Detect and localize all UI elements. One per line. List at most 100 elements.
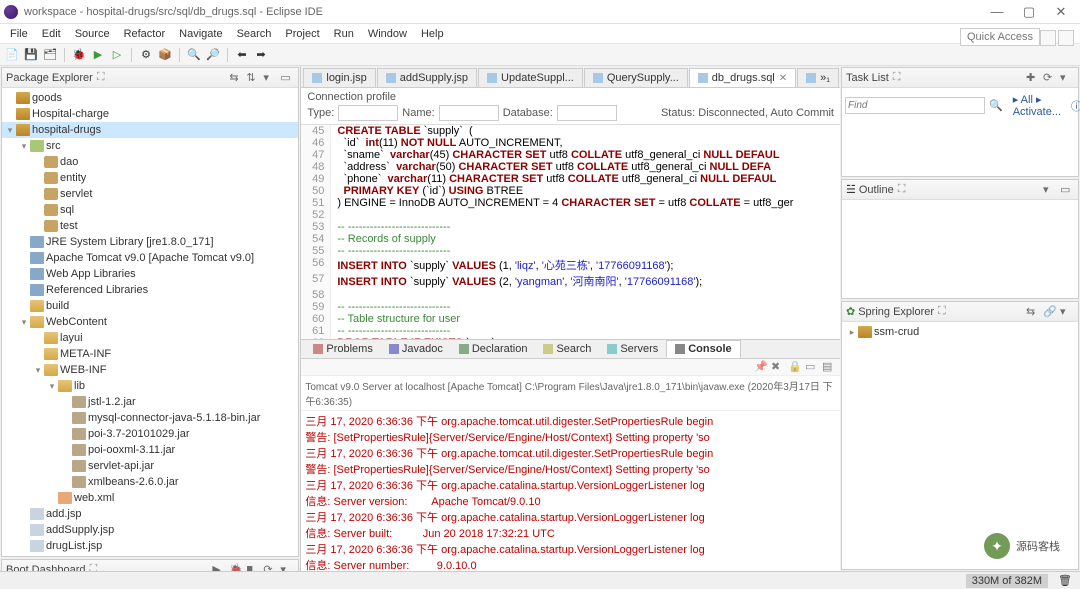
- view-tab-declaration[interactable]: Declaration: [451, 341, 536, 357]
- boot-stop-icon[interactable]: ■: [246, 563, 260, 572]
- tree-node[interactable]: entity: [2, 170, 298, 186]
- tree-node[interactable]: JRE System Library [jre1.8.0_171]: [2, 234, 298, 250]
- editor-tab[interactable]: login.jsp: [303, 68, 375, 87]
- tree-node[interactable]: ▾lib: [2, 378, 298, 394]
- view-tab-problems[interactable]: Problems: [305, 341, 380, 357]
- view-tab-javadoc[interactable]: Javadoc: [381, 341, 451, 357]
- boot-run-icon[interactable]: ▶: [212, 563, 226, 572]
- boot-menu-icon[interactable]: ▾: [280, 563, 294, 572]
- tree-node[interactable]: servlet: [2, 186, 298, 202]
- conn-db-select[interactable]: [557, 105, 617, 121]
- conn-type-select[interactable]: [338, 105, 398, 121]
- spring-project-node[interactable]: ▸ssm-crud: [842, 324, 1078, 340]
- menu-search[interactable]: Search: [231, 26, 278, 42]
- outline-menu-icon[interactable]: ▾: [1043, 183, 1057, 197]
- tree-node[interactable]: Hospital-charge: [2, 106, 298, 122]
- perspective-jee-icon[interactable]: [1040, 30, 1056, 46]
- sql-editor[interactable]: 45CREATE TABLE `supply` (46 `id` int(11)…: [301, 125, 840, 339]
- tree-node[interactable]: META-INF: [2, 346, 298, 362]
- new-icon[interactable]: 📄: [4, 47, 20, 63]
- back-icon[interactable]: ⬅: [234, 47, 250, 63]
- tree-node[interactable]: ▾hospital-drugs: [2, 122, 298, 138]
- save-icon[interactable]: 💾: [23, 47, 39, 63]
- tree-node[interactable]: Apache Tomcat v9.0 [Apache Tomcat v9.0]: [2, 250, 298, 266]
- tree-node[interactable]: xmlbeans-2.6.0.jar: [2, 474, 298, 490]
- tree-node[interactable]: goods: [2, 90, 298, 106]
- editor-tab[interactable]: addSupply.jsp: [377, 68, 477, 87]
- console-clear-icon[interactable]: ✖: [771, 360, 785, 374]
- tree-node[interactable]: dao: [2, 154, 298, 170]
- menu-refactor[interactable]: Refactor: [118, 26, 172, 42]
- view-tab-search[interactable]: Search: [535, 341, 599, 357]
- close-tab-icon[interactable]: ✕: [779, 73, 787, 84]
- menu-file[interactable]: File: [4, 26, 34, 42]
- console-open-icon[interactable]: ▤: [822, 360, 836, 374]
- new-package-icon[interactable]: 📦: [157, 47, 173, 63]
- spring-menu-icon[interactable]: ▾: [1060, 305, 1074, 319]
- gc-icon[interactable]: 🗑: [1058, 574, 1072, 587]
- tree-node[interactable]: ▾src: [2, 138, 298, 154]
- tree-node[interactable]: sql: [2, 202, 298, 218]
- view-tab-console[interactable]: Console: [666, 340, 740, 358]
- tree-node[interactable]: drugList.jsp: [2, 538, 298, 554]
- tree-node[interactable]: poi-ooxml-3.11.jar: [2, 442, 298, 458]
- view-menu-icon[interactable]: ▾: [263, 71, 277, 85]
- package-explorer-tree[interactable]: goodsHospital-charge▾hospital-drugs▾srcd…: [2, 88, 298, 556]
- tree-node[interactable]: ▾WebContent: [2, 314, 298, 330]
- save-all-icon[interactable]: 🗂: [42, 47, 58, 63]
- new-server-icon[interactable]: ⚙: [138, 47, 154, 63]
- boot-debug-icon[interactable]: 🐞: [229, 563, 243, 572]
- minimize-button[interactable]: —: [982, 2, 1012, 22]
- minimize-view-icon[interactable]: ▭: [280, 71, 294, 85]
- boot-refresh-icon[interactable]: ⟳: [263, 563, 277, 572]
- tree-node[interactable]: test: [2, 218, 298, 234]
- tree-node[interactable]: mysql-connector-java-5.1.18-bin.jar: [2, 410, 298, 426]
- tree-node[interactable]: Web App Libraries: [2, 266, 298, 282]
- task-sync-icon[interactable]: ⟳: [1043, 71, 1057, 85]
- editor-tab[interactable]: UpdateSuppl...: [478, 68, 583, 87]
- menu-source[interactable]: Source: [69, 26, 116, 42]
- open-type-icon[interactable]: 🔍: [186, 47, 202, 63]
- tree-node[interactable]: Referenced Libraries: [2, 282, 298, 298]
- task-search-icon[interactable]: 🔍: [989, 99, 1003, 112]
- run-last-icon[interactable]: ▷: [109, 47, 125, 63]
- console-pin-icon[interactable]: 📌: [754, 360, 768, 374]
- menu-window[interactable]: Window: [362, 26, 413, 42]
- maximize-button[interactable]: ▢: [1014, 2, 1044, 22]
- console-scroll-lock-icon[interactable]: 🔒: [788, 360, 802, 374]
- task-find-input[interactable]: [845, 97, 985, 114]
- view-tab-servers[interactable]: Servers: [599, 341, 666, 357]
- tree-node[interactable]: add.jsp: [2, 506, 298, 522]
- spring-link-icon[interactable]: 🔗: [1043, 305, 1057, 319]
- menu-help[interactable]: Help: [415, 26, 450, 42]
- editor-tab[interactable]: db_drugs.sql✕: [689, 68, 796, 87]
- quick-access-input[interactable]: [960, 28, 1040, 46]
- debug-icon[interactable]: 🐞: [71, 47, 87, 63]
- tree-node[interactable]: addSupply.jsp: [2, 522, 298, 538]
- forward-icon[interactable]: ➡: [253, 47, 269, 63]
- link-editor-icon[interactable]: ⇅: [246, 71, 260, 85]
- heap-status[interactable]: 330M of 382M: [966, 574, 1048, 588]
- conn-name-select[interactable]: [439, 105, 499, 121]
- task-activate-link[interactable]: Activate...: [1013, 106, 1061, 118]
- task-menu-icon[interactable]: ▾: [1060, 71, 1074, 85]
- close-button[interactable]: ✕: [1046, 2, 1076, 22]
- tree-node[interactable]: jstl-1.2.jar: [2, 394, 298, 410]
- editor-tab[interactable]: QuerySupply...: [584, 68, 688, 87]
- task-all-link[interactable]: ▸ All ▸: [1013, 94, 1042, 106]
- menu-edit[interactable]: Edit: [36, 26, 67, 42]
- console-output[interactable]: 三月 17, 2020 6:36:36 下午 org.apache.tomcat…: [301, 411, 840, 571]
- menu-project[interactable]: Project: [279, 26, 325, 42]
- tree-node[interactable]: web.xml: [2, 490, 298, 506]
- tree-node[interactable]: servlet-api.jar: [2, 458, 298, 474]
- tree-node[interactable]: layui: [2, 330, 298, 346]
- tree-node[interactable]: poi-3.7-20101029.jar: [2, 426, 298, 442]
- task-help-icon[interactable]: ⓘ: [1071, 98, 1080, 114]
- console-display-icon[interactable]: ▭: [805, 360, 819, 374]
- menu-run[interactable]: Run: [328, 26, 360, 42]
- menu-navigate[interactable]: Navigate: [173, 26, 228, 42]
- task-new-icon[interactable]: ✚: [1026, 71, 1040, 85]
- collapse-all-icon[interactable]: ⇆: [229, 71, 243, 85]
- search-icon[interactable]: 🔎: [205, 47, 221, 63]
- editor-tab[interactable]: »₁: [797, 68, 839, 87]
